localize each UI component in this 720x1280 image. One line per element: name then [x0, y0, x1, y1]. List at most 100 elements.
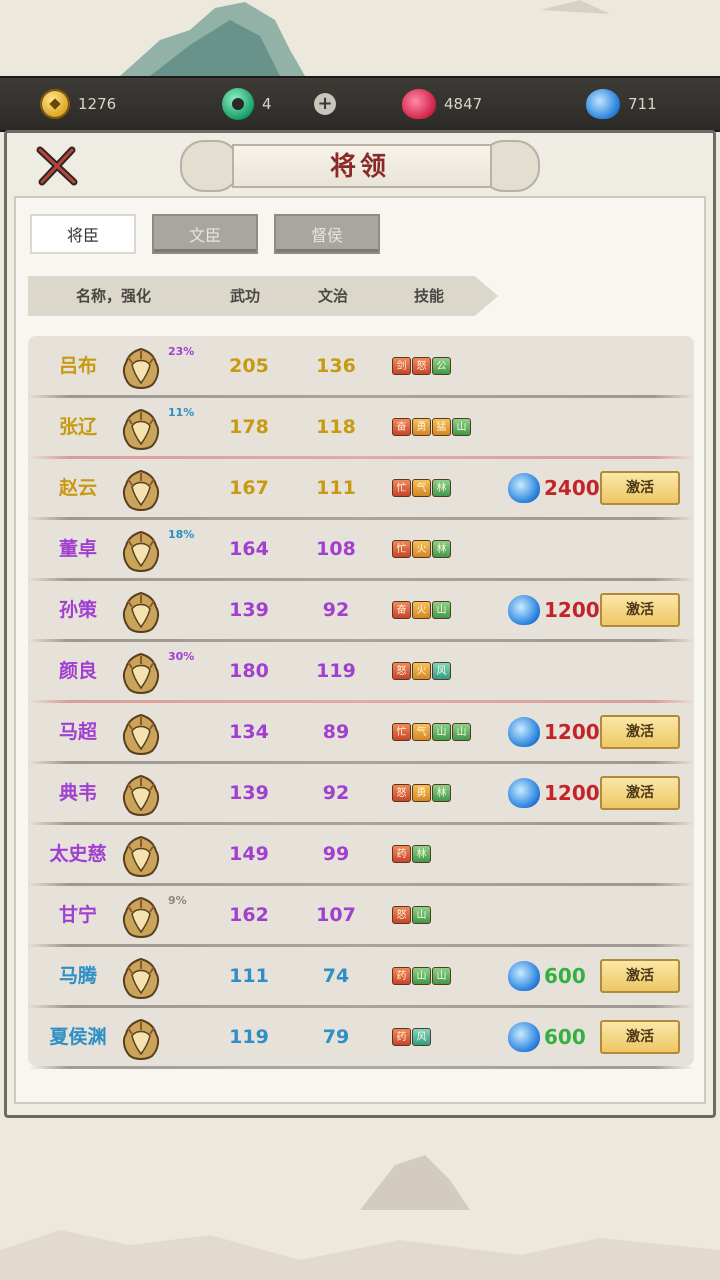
- skill-icon[interactable]: 怒: [412, 357, 431, 375]
- skill-icon[interactable]: 剑: [392, 357, 411, 375]
- general-name: 甘宁: [58, 904, 97, 926]
- tab-duhou[interactable]: 督侯: [274, 214, 380, 254]
- skill-icon[interactable]: 火: [412, 601, 431, 619]
- skill-icon[interactable]: 林: [412, 845, 431, 863]
- add-resource-button[interactable]: +: [314, 78, 336, 130]
- skill-icon[interactable]: 药: [392, 967, 411, 985]
- skill-icon[interactable]: 勇: [412, 418, 431, 436]
- activate-button[interactable]: 激活: [600, 471, 680, 505]
- skill-icon[interactable]: 林: [432, 784, 451, 802]
- blue-crystal-icon: [586, 89, 620, 119]
- enhance-emblem-icon[interactable]: [118, 711, 164, 757]
- skill-icons: 忙气山山: [392, 723, 471, 741]
- skill-icon[interactable]: 林: [432, 479, 451, 497]
- enhance-emblem-icon[interactable]: [118, 467, 164, 513]
- activate-button[interactable]: 激活: [600, 593, 680, 627]
- skill-icon[interactable]: 奋: [392, 601, 411, 619]
- general-row[interactable]: 太史慈 149 99 药林: [28, 825, 694, 886]
- skill-icon[interactable]: 火: [412, 540, 431, 558]
- activation-cost: 1200: [544, 598, 600, 622]
- activate-button[interactable]: 激活: [600, 1020, 680, 1054]
- general-row[interactable]: 吕布 23% 205 136 剑怒公: [28, 337, 694, 398]
- gold-resource: 1276: [40, 78, 116, 130]
- general-row[interactable]: 董卓 18% 164 108 忙火林: [28, 520, 694, 581]
- general-name: 马腾: [58, 965, 97, 987]
- enhance-emblem-icon[interactable]: [118, 772, 164, 818]
- skill-icon[interactable]: 山: [412, 967, 431, 985]
- skill-icon[interactable]: 药: [392, 845, 411, 863]
- enhance-emblem-icon[interactable]: [118, 1016, 164, 1062]
- skill-icon[interactable]: 怒: [392, 784, 411, 802]
- general-row[interactable]: 马超 134 89 忙气山山 1200 激活: [28, 703, 694, 764]
- skill-icon[interactable]: 忙: [392, 479, 411, 497]
- skill-icon[interactable]: 风: [412, 1028, 431, 1046]
- skill-icon[interactable]: 忙: [392, 540, 411, 558]
- general-row[interactable]: 孙策 139 92 奋火山 1200 激活: [28, 581, 694, 642]
- skill-icon[interactable]: 山: [432, 723, 451, 741]
- enhance-emblem-icon[interactable]: [118, 894, 164, 940]
- general-row[interactable]: 甘宁 9% 162 107 怒山: [28, 886, 694, 947]
- general-row[interactable]: 夏侯渊 119 79 药风 600 激活: [28, 1008, 694, 1069]
- skill-icon[interactable]: 山: [412, 906, 431, 924]
- general-row[interactable]: 赵云 167 111 忙气林 2400 激活: [28, 459, 694, 520]
- wen-value: 74: [322, 965, 350, 987]
- blue-crystal-icon: [508, 778, 540, 808]
- title-plaque: 将领: [180, 140, 540, 192]
- wu-value: 134: [229, 721, 269, 743]
- enhance-percent: 18%: [168, 528, 195, 541]
- blue-crystal-icon: [508, 1022, 540, 1052]
- skill-icon[interactable]: 气: [412, 479, 431, 497]
- wen-value: 99: [322, 843, 350, 865]
- jade-value: 4: [262, 95, 272, 113]
- skill-icon[interactable]: 山: [452, 723, 471, 741]
- close-icon[interactable]: [34, 146, 80, 186]
- skill-icon[interactable]: 山: [432, 967, 451, 985]
- skill-icon[interactable]: 火: [412, 662, 431, 680]
- activate-button[interactable]: 激活: [600, 776, 680, 810]
- skill-icon[interactable]: 山: [452, 418, 471, 436]
- plus-icon[interactable]: +: [314, 93, 336, 115]
- wu-value: 180: [229, 660, 269, 682]
- skill-icon[interactable]: 气: [412, 723, 431, 741]
- skill-icon[interactable]: 山: [432, 601, 451, 619]
- tab-wenchen[interactable]: 文臣: [152, 214, 258, 254]
- jade-disc-icon: [222, 88, 254, 120]
- blue-crystal-icon: [508, 595, 540, 625]
- activation-cost: 1200: [544, 781, 600, 805]
- skill-icon[interactable]: 怒: [392, 662, 411, 680]
- activation-cost: 1200: [544, 720, 600, 744]
- activation-cost: 600: [544, 964, 586, 988]
- enhance-emblem-icon[interactable]: [118, 406, 164, 452]
- wu-value: 149: [229, 843, 269, 865]
- enhance-emblem-icon[interactable]: [118, 589, 164, 635]
- wen-value: 108: [316, 538, 356, 560]
- skill-icon[interactable]: 风: [432, 662, 451, 680]
- general-row[interactable]: 颜良 30% 180 119 怒火风: [28, 642, 694, 703]
- crystal-resource: 711: [586, 78, 657, 130]
- enhance-emblem-icon[interactable]: [118, 345, 164, 391]
- skill-icon[interactable]: 药: [392, 1028, 411, 1046]
- page-title: 将领: [329, 152, 390, 182]
- skill-icon[interactable]: 忙: [392, 723, 411, 741]
- enhance-emblem-icon[interactable]: [118, 528, 164, 574]
- skill-icons: 忙火林: [392, 540, 451, 558]
- tab-jiangchen[interactable]: 将臣: [30, 214, 136, 254]
- enhance-emblem-icon[interactable]: [118, 650, 164, 696]
- general-row[interactable]: 马腾 111 74 药山山 600 激活: [28, 947, 694, 1008]
- skill-icon[interactable]: 奋: [392, 418, 411, 436]
- skill-icon[interactable]: 勇: [412, 784, 431, 802]
- enhance-emblem-icon[interactable]: [118, 833, 164, 879]
- activate-button[interactable]: 激活: [600, 959, 680, 993]
- enhance-emblem-icon[interactable]: [118, 955, 164, 1001]
- skill-icons: 忙气林: [392, 479, 451, 497]
- skill-icon[interactable]: 怒: [392, 906, 411, 924]
- gold-value: 1276: [78, 95, 117, 113]
- skill-icon[interactable]: 猛: [432, 418, 451, 436]
- general-name: 太史慈: [49, 843, 107, 865]
- skill-icon[interactable]: 公: [432, 357, 451, 375]
- general-row[interactable]: 张辽 11% 178 118 奋勇猛山: [28, 398, 694, 459]
- activate-button[interactable]: 激活: [600, 715, 680, 749]
- general-row[interactable]: 典韦 139 92 怒勇林 1200 激活: [28, 764, 694, 825]
- skill-icon[interactable]: 林: [432, 540, 451, 558]
- jade-resource: 4: [222, 78, 272, 130]
